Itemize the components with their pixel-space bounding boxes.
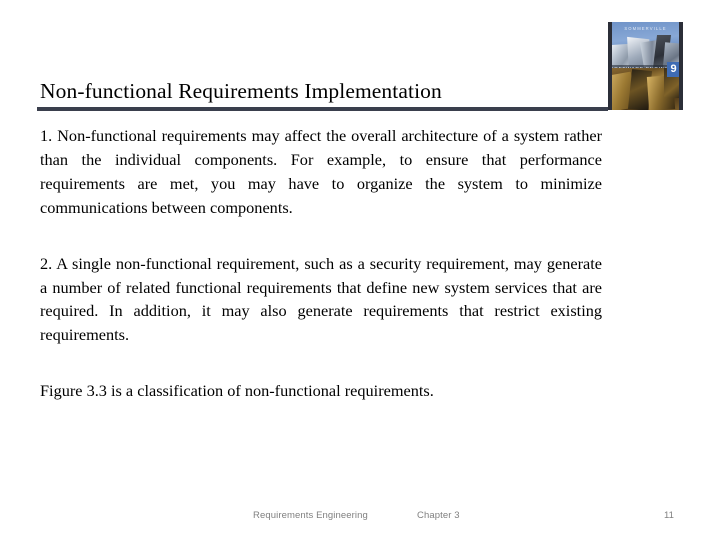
book-cover-image: SOMMERVILLE SOFTWARE ENGINEERING 9 (608, 22, 683, 110)
body-paragraph-2: 2. A single non-functional requirement, … (40, 253, 602, 345)
slide-body: 1. Non-functional requirements may affec… (40, 124, 602, 403)
footer-page-number: 11 (664, 510, 675, 521)
body-paragraph-1: 1. Non-functional requirements may affec… (40, 126, 602, 217)
page-title: Non-functional Requirements Implementati… (40, 79, 442, 103)
cover-left-edge (608, 22, 612, 110)
cover-right-edge (679, 22, 683, 110)
body-paragraph-3: Figure 3.3 is a classification of non-fu… (40, 381, 434, 401)
title-block: Non-functional Requirements Implementati… (37, 78, 608, 111)
cover-author-text: SOMMERVILLE (624, 26, 667, 31)
slide-footer: Requirements Engineering Chapter 3 11 (0, 507, 720, 527)
footer-chapter-label: Chapter 3 (417, 510, 460, 521)
title-divider (37, 107, 608, 111)
slide-canvas: Non-functional Requirements Implementati… (0, 0, 720, 540)
footer-course-label: Requirements Engineering (253, 510, 368, 521)
